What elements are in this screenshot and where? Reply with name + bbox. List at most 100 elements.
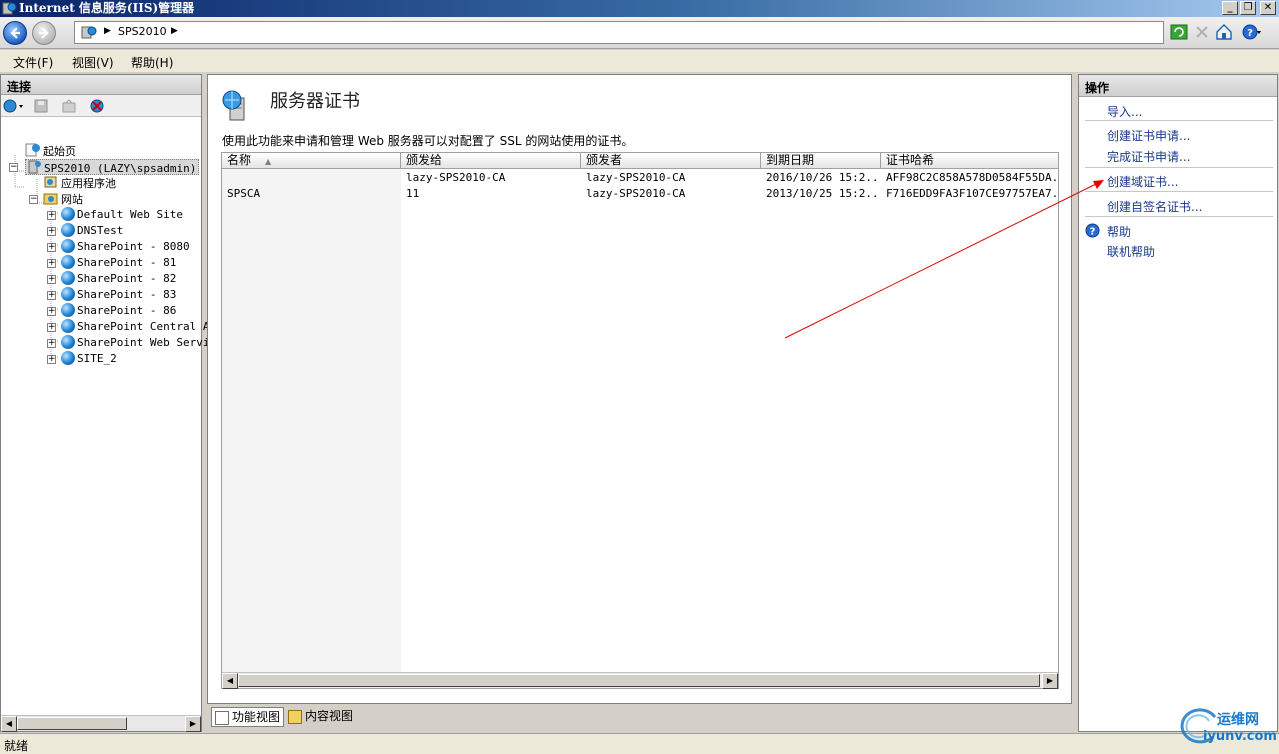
tree-site-item[interactable]: Default Web Site: [61, 207, 183, 223]
connections-horizontal-scrollbar[interactable]: ◀ ▶: [1, 715, 201, 732]
address-field[interactable]: ▶ SPS2010 ▶: [74, 21, 1164, 44]
action-create-certificate-request[interactable]: 创建证书申请...: [1107, 127, 1190, 144]
column-header-expiration[interactable]: 到期日期: [761, 153, 881, 169]
column-header-name[interactable]: 名称 ▲: [222, 153, 401, 169]
watermark-text-url: iyunv.com: [1203, 729, 1277, 744]
restore-button[interactable]: ❐: [1240, 1, 1256, 15]
iis-app-icon: [2, 2, 17, 15]
actions-divider: [1085, 216, 1273, 217]
forward-arrow-icon: [39, 27, 49, 39]
tree-app-pools[interactable]: 应用程序池: [43, 175, 116, 191]
action-create-domain-certificate[interactable]: 创建域证书...: [1107, 173, 1178, 190]
grid-header: 名称 ▲ 颁发给 颁发者 到期日期 证书哈希: [222, 153, 1058, 169]
scroll-right-button[interactable]: ▶: [185, 716, 201, 732]
tree-site-item[interactable]: SharePoint - 82: [61, 271, 176, 287]
help-dropdown-icon[interactable]: ?: [1242, 22, 1262, 42]
status-bar: 就绪: [0, 733, 1279, 754]
tree-site-item[interactable]: SharePoint - 83: [61, 287, 176, 303]
menu-file[interactable]: 文件(F): [13, 54, 53, 71]
disconnect-icon[interactable]: [89, 98, 107, 114]
column-header-issued-by[interactable]: 颁发者: [581, 153, 761, 169]
cell-name: SPSCA: [227, 187, 261, 200]
back-button[interactable]: [3, 21, 27, 45]
window-title: Internet 信息服务(IIS)管理器: [19, 1, 195, 15]
tree-start-page[interactable]: 起始页: [25, 143, 76, 159]
action-online-help[interactable]: 联机帮助: [1107, 243, 1155, 260]
tree-site-item[interactable]: SharePoint - 8080: [61, 239, 190, 255]
tree-expander-site[interactable]: +: [47, 355, 56, 364]
scroll-left-button[interactable]: ◀: [222, 673, 238, 689]
forward-button[interactable]: [32, 21, 56, 45]
tree-site-item[interactable]: SharePoint - 81: [61, 255, 176, 271]
sites-folder-icon: [43, 193, 58, 205]
watermark-logo: 运维网 iyunv.com: [1175, 705, 1279, 749]
tree-site-item[interactable]: SharePoint Central A: [61, 319, 209, 335]
tab-content-view[interactable]: 内容视图: [285, 707, 356, 727]
server-page-icon: [81, 26, 97, 39]
table-row[interactable]: SPSCA 11 lazy-SPS2010-CA 2013/10/25 15:2…: [222, 186, 1058, 202]
tree-expander-site[interactable]: +: [47, 259, 56, 268]
tree-expander-site[interactable]: +: [47, 211, 56, 220]
minimize-button[interactable]: _: [1222, 1, 1238, 15]
tree-site-item[interactable]: SharePoint Web Servi: [61, 335, 209, 351]
table-row[interactable]: lazy-SPS2010-CA lazy-SPS2010-CA 2016/10/…: [222, 170, 1058, 186]
actions-divider: [1085, 191, 1273, 192]
tree-server-node[interactable]: SPS2010 (LAZY\spsadmin): [25, 159, 200, 175]
cell-expiration: 2016/10/26 15:2...: [766, 171, 881, 184]
svg-text:?: ?: [1090, 227, 1096, 238]
website-stopped-icon: [61, 223, 75, 237]
tree-site-item[interactable]: SharePoint - 86: [61, 303, 176, 319]
tree-expander-server[interactable]: −: [9, 163, 18, 172]
tab-features-view[interactable]: 功能视图: [211, 707, 285, 727]
scroll-left-button[interactable]: ◀: [1, 716, 17, 732]
home-icon[interactable]: [1214, 22, 1234, 42]
tree-expander-site[interactable]: +: [47, 339, 56, 348]
tree-site-item[interactable]: DNSTest: [61, 223, 123, 239]
action-import[interactable]: 导入...: [1107, 103, 1142, 120]
action-complete-certificate-request[interactable]: 完成证书申请...: [1107, 148, 1190, 165]
save-icon[interactable]: [33, 98, 49, 114]
server-certificates-icon: [222, 90, 245, 121]
scroll-thumb[interactable]: [17, 717, 127, 730]
certificates-grid: 名称 ▲ 颁发给 颁发者 到期日期 证书哈希 lazy-SPS2010-CA la…: [221, 152, 1059, 689]
action-create-self-signed-certificate[interactable]: 创建自签名证书...: [1107, 198, 1202, 215]
tree-expander-site[interactable]: +: [47, 275, 56, 284]
scroll-thumb[interactable]: [238, 674, 1040, 687]
tree-expander-sites[interactable]: −: [29, 195, 38, 204]
column-header-hash[interactable]: 证书哈希: [881, 153, 1058, 169]
breadcrumb-server[interactable]: SPS2010: [118, 25, 167, 38]
scroll-right-button[interactable]: ▶: [1042, 673, 1058, 689]
actions-divider: [1085, 167, 1273, 168]
tree-expander-site[interactable]: +: [47, 243, 56, 252]
menu-view[interactable]: 视图(V): [72, 54, 114, 71]
tree-site-item[interactable]: SITE_2: [61, 351, 117, 367]
tree-expander-site[interactable]: +: [47, 307, 56, 316]
stop-icon[interactable]: [1192, 22, 1212, 42]
website-globe-icon: [61, 255, 75, 269]
website-globe-icon: [61, 303, 75, 317]
tree-expander-site[interactable]: +: [47, 323, 56, 332]
grid-horizontal-scrollbar[interactable]: ◀ ▶: [222, 672, 1058, 689]
connect-globe-icon[interactable]: [3, 98, 25, 114]
view-tabs: 功能视图 内容视图: [207, 705, 1072, 727]
website-globe-icon: [61, 319, 75, 333]
connections-header: 连接: [1, 75, 201, 95]
action-help[interactable]: 帮助: [1107, 223, 1131, 240]
website-globe-icon: [61, 239, 75, 253]
tree-expander-site[interactable]: +: [47, 227, 56, 236]
breadcrumb-separator: ▶: [104, 26, 111, 36]
connections-tree: 起始页 − SPS2010 (LAZY\spsadmin) 应用程序池 − 网站…: [1, 117, 209, 707]
content-view-icon: [288, 710, 302, 724]
refresh-icon[interactable]: [1169, 22, 1189, 42]
actions-header: 操作: [1079, 75, 1277, 97]
tree-sites[interactable]: 网站: [43, 191, 83, 207]
close-button[interactable]: ✕: [1260, 1, 1276, 15]
tree-expander-site[interactable]: +: [47, 291, 56, 300]
cell-issued-to: lazy-SPS2010-CA: [406, 171, 506, 184]
website-unknown-icon: [61, 335, 75, 349]
breadcrumb-separator[interactable]: ▶: [171, 26, 178, 36]
up-level-icon[interactable]: [61, 98, 77, 114]
status-text: 就绪: [4, 739, 29, 753]
column-header-issued-to[interactable]: 颁发给: [401, 153, 581, 169]
menu-help[interactable]: 帮助(H): [131, 54, 173, 71]
